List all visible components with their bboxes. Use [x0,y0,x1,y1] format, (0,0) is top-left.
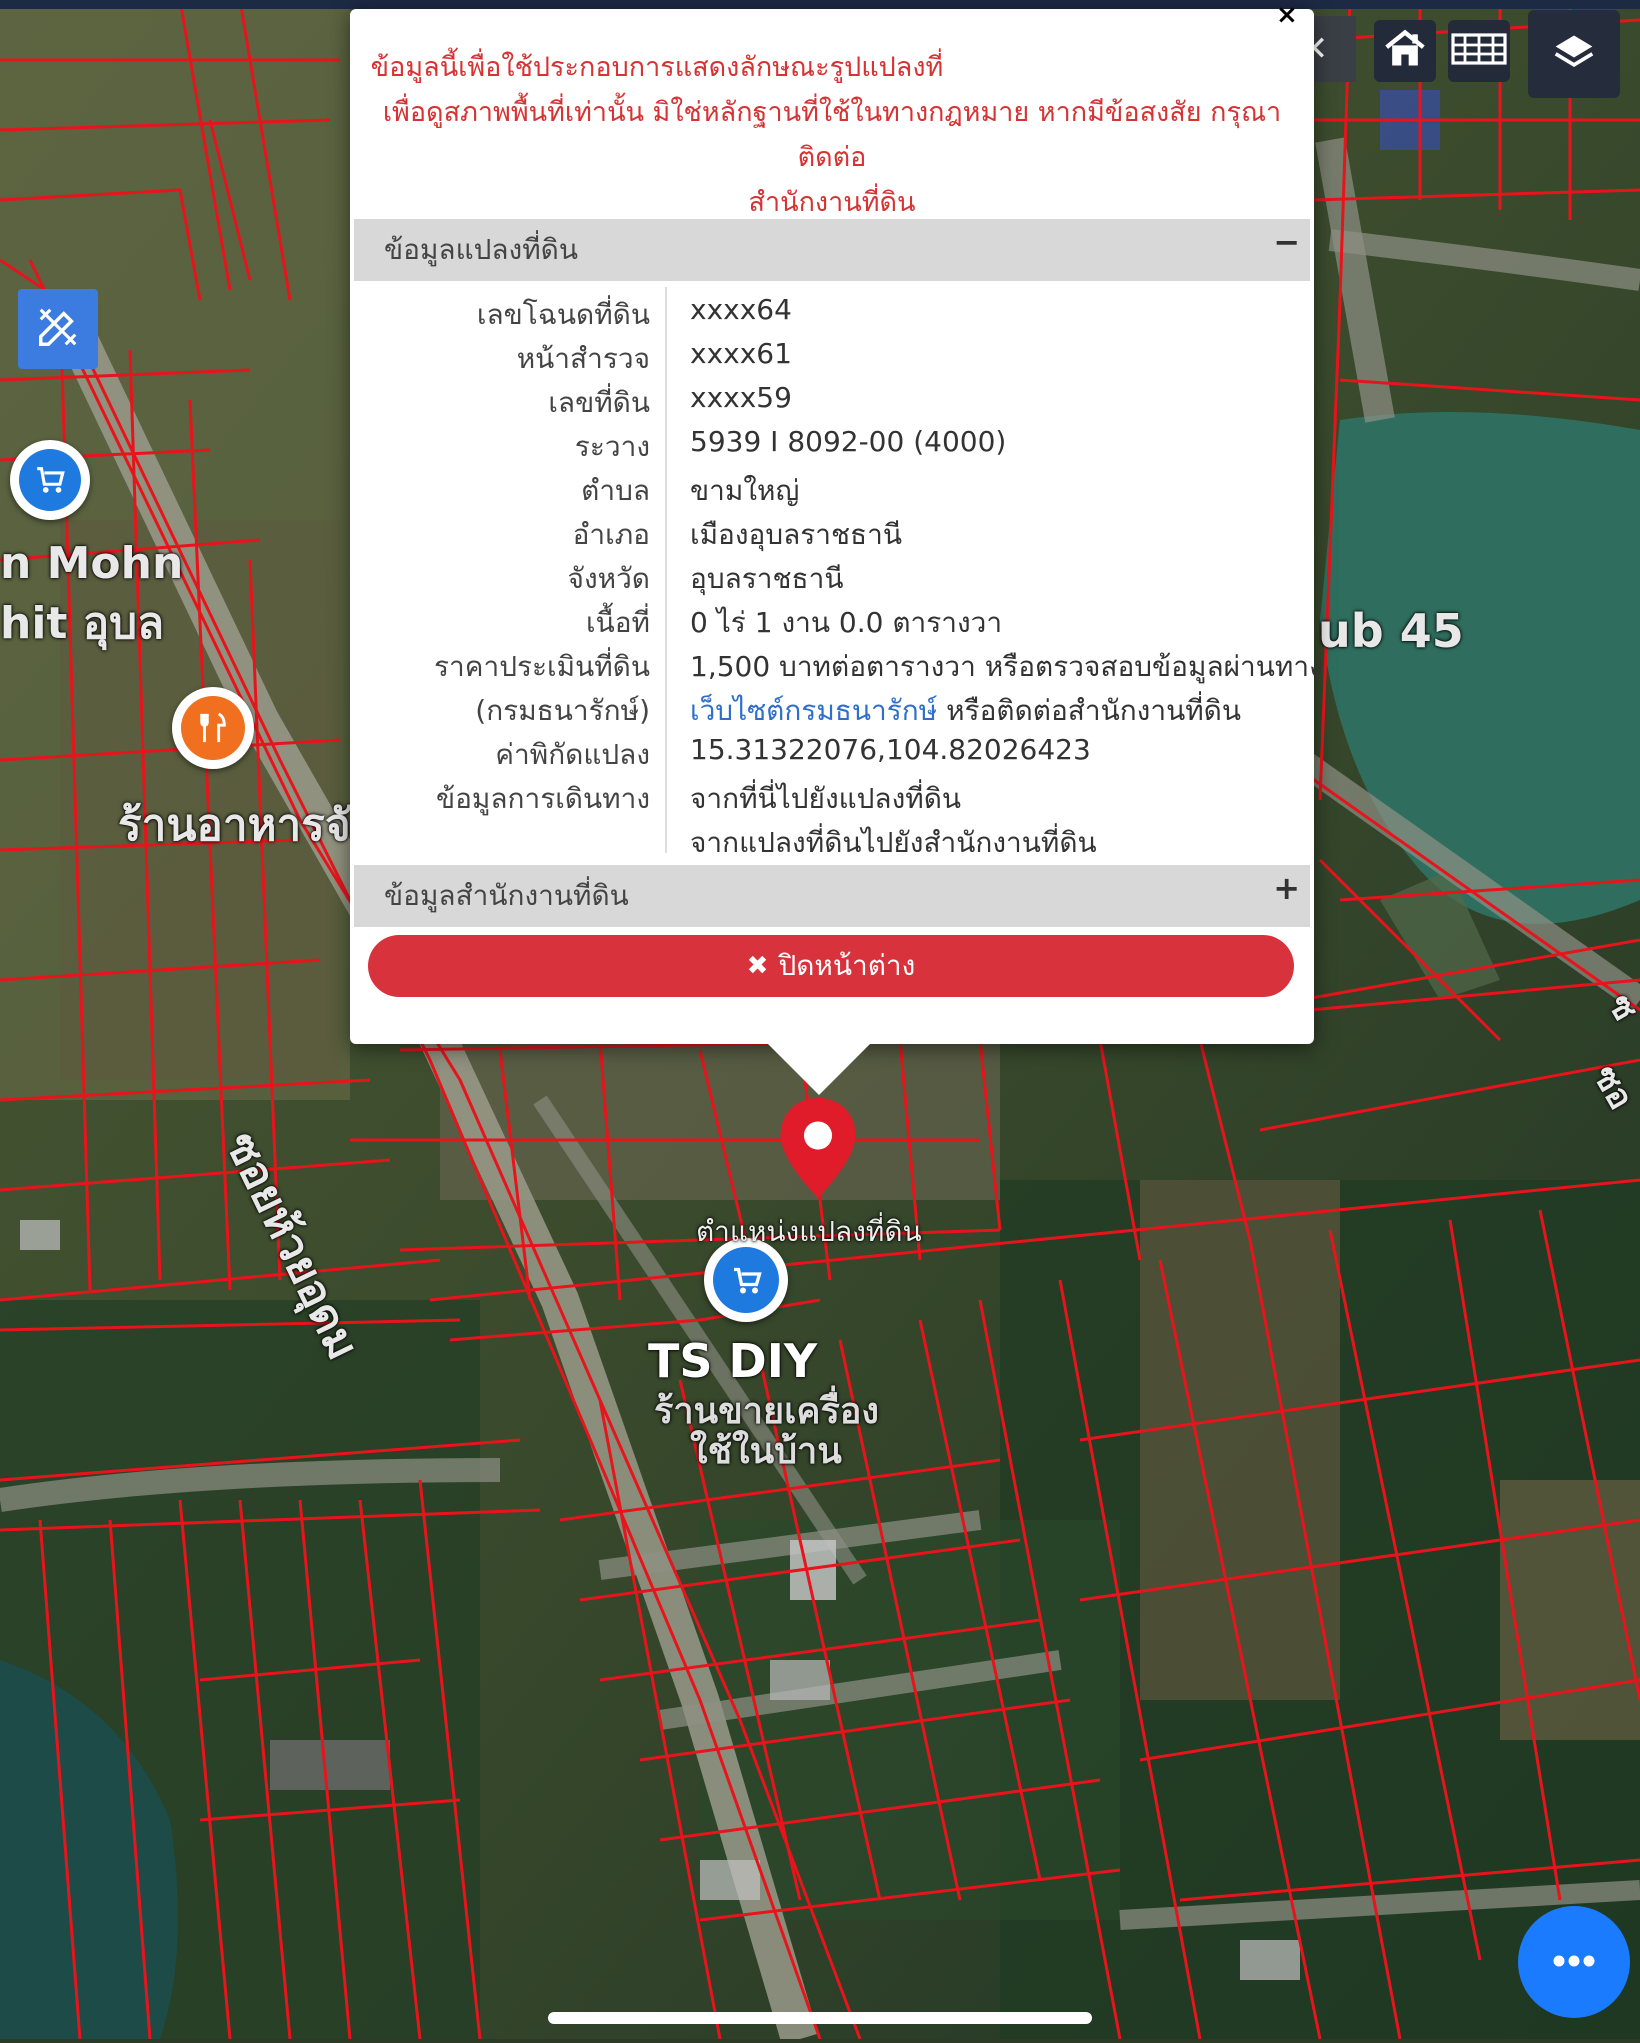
more-options-button[interactable] [1518,1906,1630,2018]
info-value: เมืองอุบลราชธานี [690,518,902,551]
directions-to-parcel-link[interactable]: จากที่นี่ไปยังแปลงที่ดิน [690,777,961,821]
info-value: 1,500 บาทต่อตารางวา หรือตรวจสอบข้อมูลผ่า… [690,650,1323,683]
info-row: เลขโฉนดที่ดิน xxxx64 [354,293,1310,337]
grid-icon [1451,32,1507,70]
layers-button[interactable] [1528,10,1620,98]
map-label: hit อุบล [0,598,165,649]
info-label: ราคาประเมินที่ดิน [433,650,650,683]
info-row: จากแปลงที่ดินไปยังสำนักงานที่ดิน [354,821,1310,865]
info-row: ตำบล ขามใหญ่ [354,469,1310,513]
more-icon [1552,1953,1596,1972]
info-value: เว็บไซต์กรมธนารักษ์ หรือติดต่อสำนักงานที… [690,689,1241,733]
restaurant-poi-icon[interactable] [172,687,254,769]
info-row: หน้าสำรวจ xxxx61 [354,337,1310,381]
home-indicator[interactable] [548,2012,1092,2024]
status-strip [0,0,1640,9]
directions-to-office-link[interactable]: จากแปลงที่ดินไปยังสำนักงานที่ดิน [690,821,1097,865]
info-row: (กรมธนารักษ์) เว็บไซต์กรมธนารักษ์ หรือติ… [354,689,1310,733]
info-value: อุบลราชธานี [690,562,844,595]
info-row: จังหวัด อุบลราชธานี [354,557,1310,601]
popup-pointer [767,1043,871,1095]
info-label: หน้าสำรวจ [516,342,650,375]
grid-button[interactable] [1448,20,1510,82]
info-label: เนื้อที่ [586,606,650,639]
info-row: ค่าพิกัดแปลง 15.31322076,104.82026423 [354,733,1310,777]
expand-icon[interactable]: + [1273,869,1300,907]
disclaimer-line: เพื่อดูสภาพพื้นที่เท่านั้น มิใช่หลักฐานท… [382,97,1282,173]
parcel-info-section-header[interactable]: ข้อมูลแปลงที่ดิน − [354,219,1310,281]
coordinates-link[interactable]: 15.31322076,104.82026423 [690,733,1091,766]
info-value: xxxx59 [690,381,792,414]
close-icon: ✖ [746,951,769,981]
parcel-info-popup: ข้อมูลนี้เพื่อใช้ประกอบการแสดงลักษณะรูปแ… [350,9,1323,1044]
info-label: ระวาง [574,430,650,463]
info-label: เลขที่ดิน [548,386,650,419]
treasury-website-link[interactable]: เว็บไซต์กรมธนารักษ์ [690,694,937,727]
info-row: เลขที่ดิน xxxx59 [354,381,1310,425]
collapse-icon[interactable]: − [1273,223,1300,261]
info-label: ข้อมูลการเดินทาง [435,782,650,815]
disclaimer-text: ข้อมูลนี้เพื่อใช้ประกอบการแสดงลักษณะรูปแ… [350,45,1314,225]
info-label: จังหวัด [567,562,650,595]
close-window-label: ปิดหน้าต่าง [778,949,916,982]
section-title: ข้อมูลสำนักงานที่ดิน [384,879,629,912]
home-icon [1383,27,1427,75]
disclaimer-line: ข้อมูลนี้เพื่อใช้ประกอบการแสดงลักษณะรูปแ… [370,52,944,83]
info-label: (กรมธนารักษ์) [475,694,650,727]
parcel-marker-label: ตำแหน่งแปลงที่ดิน [696,1215,922,1248]
edit-icon [35,304,81,354]
home-button[interactable] [1374,20,1436,82]
map-label: n Mohn [0,538,184,589]
close-window-button[interactable]: ✖ ปิดหน้าต่าง [368,935,1294,997]
info-row: ข้อมูลการเดินทาง จากที่นี่ไปยังแปลงที่ดิ… [354,777,1310,821]
parcel-info-table: เลขโฉนดที่ดิน xxxx64 หน้าสำรวจ xxxx61 เล… [354,281,1323,859]
map-label: ร้านอาหารจั [118,800,351,851]
map-label: ub 45 [1318,604,1464,658]
info-value: xxxx64 [690,293,792,326]
info-value: 5939 I 8092-00 (4000) [690,425,1007,458]
popup-close-icon[interactable]: × [1276,0,1298,30]
info-row: ราคาประเมินที่ดิน 1,500 บาทต่อตารางวา หร… [354,645,1323,689]
land-office-section-header[interactable]: ข้อมูลสำนักงานที่ดิน + [354,865,1310,927]
map-label: TS DIY [648,1334,818,1388]
info-value: xxxx61 [690,337,792,370]
info-label: ตำบล [581,474,650,507]
info-row: อำเภอ เมืองอุบลราชธานี [354,513,1310,557]
info-value: 0 ไร่ 1 งาน 0.0 ตารางวา [690,606,1003,639]
layers-icon [1552,30,1596,78]
info-value: ขามใหญ่ [690,474,800,507]
info-label: อำเภอ [572,518,650,551]
parcel-marker-icon[interactable] [780,1098,856,1202]
store-poi-icon[interactable] [10,440,90,520]
info-label: เลขโฉนดที่ดิน [476,298,650,331]
section-title: ข้อมูลแปลงที่ดิน [384,233,579,266]
edit-tool-button[interactable] [18,289,98,369]
info-label: ค่าพิกัดแปลง [495,738,650,771]
map-label: ใช้ในบ้าน [690,1431,842,1472]
info-row: เนื้อที่ 0 ไร่ 1 งาน 0.0 ตารางวา [354,601,1310,645]
info-value-tail: หรือติดต่อสำนักงานที่ดิน [937,694,1241,727]
info-row: ระวาง 5939 I 8092-00 (4000) [354,425,1310,469]
